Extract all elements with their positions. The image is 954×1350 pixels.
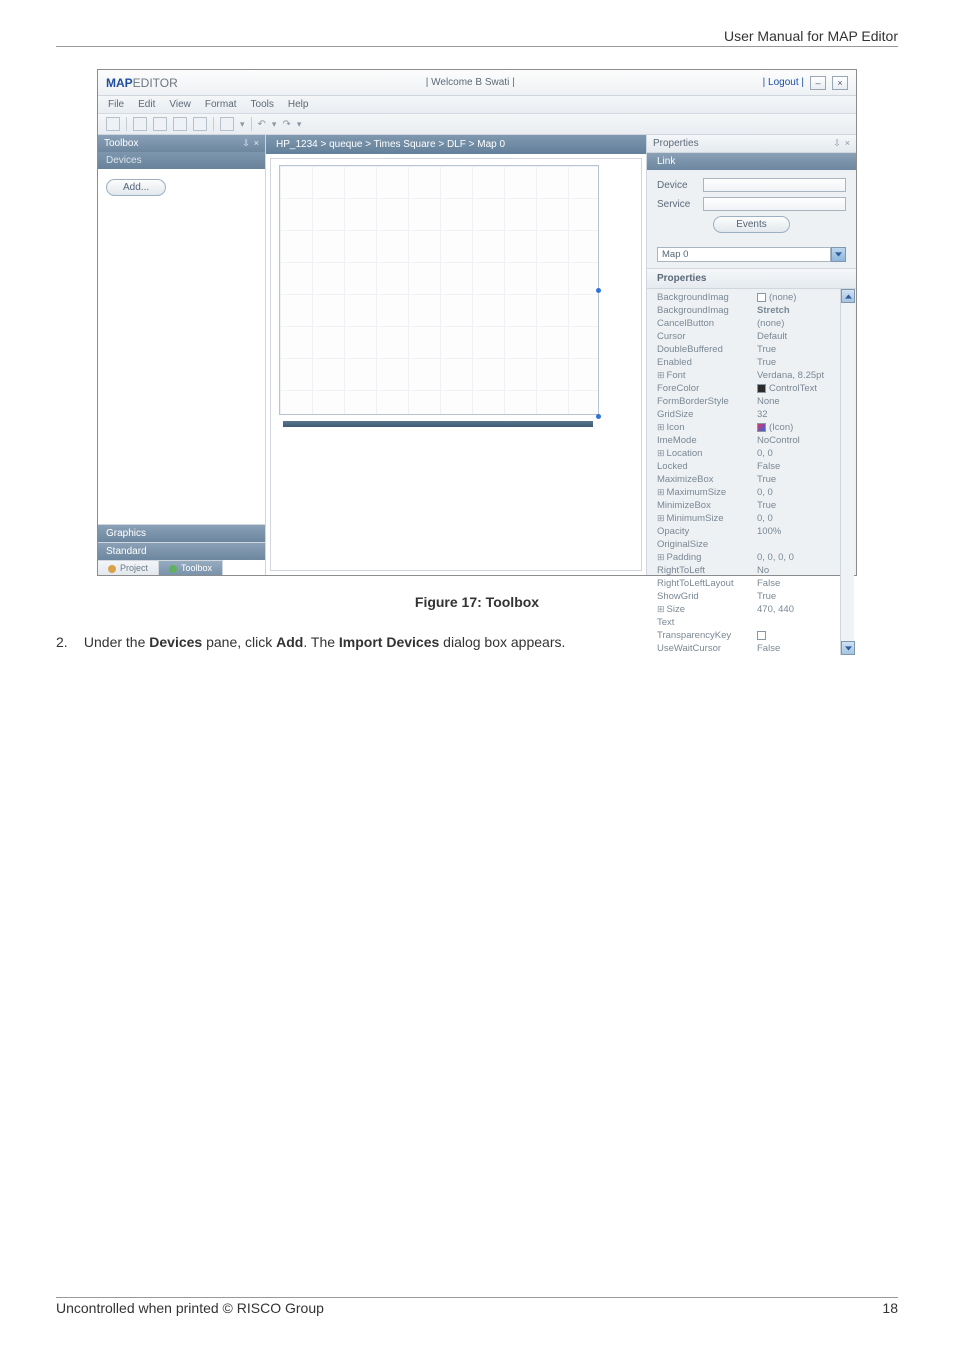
- minimize-button[interactable]: –: [810, 76, 826, 90]
- app-title-brand: MAP: [106, 76, 133, 90]
- menu-tools[interactable]: Tools: [251, 99, 274, 110]
- pin-icon[interactable]: ⇩: [242, 138, 250, 149]
- property-row[interactable]: RightToLeftNo: [657, 564, 838, 577]
- device-field[interactable]: [703, 178, 846, 192]
- app-title: MAPEDITOR: [106, 76, 178, 90]
- property-row[interactable]: FormBorderStyleNone: [657, 395, 838, 408]
- tab-toolbox[interactable]: Toolbox: [159, 560, 223, 575]
- property-row[interactable]: BackgroundImag(none): [657, 291, 838, 304]
- property-row[interactable]: OriginalSize: [657, 538, 838, 551]
- property-row[interactable]: DoubleBufferedTrue: [657, 343, 838, 356]
- close-button[interactable]: ×: [832, 76, 848, 90]
- page-number: 18: [882, 1300, 898, 1316]
- menu-view[interactable]: View: [169, 99, 191, 110]
- property-row[interactable]: LockedFalse: [657, 460, 838, 473]
- property-row[interactable]: MinimizeBoxTrue: [657, 499, 838, 512]
- property-row[interactable]: ⊞FontVerdana, 8.25pt: [657, 369, 838, 382]
- chevron-down-icon[interactable]: [831, 247, 846, 262]
- property-row[interactable]: ShowGridTrue: [657, 590, 838, 603]
- property-row[interactable]: ForeColorControlText: [657, 382, 838, 395]
- property-row[interactable]: Opacity100%: [657, 525, 838, 538]
- properties-title-label: Properties: [653, 138, 699, 149]
- app-screenshot: MAPEDITOR | Welcome B Swati | | Logout |…: [97, 69, 857, 576]
- property-row[interactable]: UseWaitCursorFalse: [657, 642, 838, 655]
- property-row[interactable]: Text: [657, 616, 838, 629]
- events-button[interactable]: Events: [713, 216, 790, 233]
- property-row[interactable]: ⊞Padding0, 0, 0, 0: [657, 551, 838, 564]
- properties-grid-header: Properties: [647, 268, 856, 289]
- tab-toolbox-label: Toolbox: [181, 563, 212, 573]
- zoom-icon[interactable]: [220, 117, 234, 131]
- footer-left: Uncontrolled when printed © RISCO Group: [56, 1300, 324, 1316]
- doc-header: User Manual for MAP Editor: [56, 28, 898, 47]
- welcome-text: | Welcome B Swati |: [178, 77, 763, 88]
- scroll-up-icon[interactable]: [841, 289, 855, 303]
- tab-project-label: Project: [120, 563, 148, 573]
- menu-file[interactable]: File: [108, 99, 124, 110]
- property-row[interactable]: ⊞Size470, 440: [657, 603, 838, 616]
- properties-grid[interactable]: BackgroundImag(none)BackgroundImagStretc…: [657, 289, 856, 655]
- redo-icon[interactable]: ↷: [282, 119, 290, 130]
- undo-icon[interactable]: ↶: [258, 119, 266, 130]
- properties-panel-title: Properties ⇩ ×: [647, 135, 856, 153]
- property-row[interactable]: ⊞MaximumSize0, 0: [657, 486, 838, 499]
- step-number: 2.: [56, 634, 80, 650]
- devices-section[interactable]: Devices: [98, 152, 265, 169]
- toolbox-panel-title: Toolbox ⇩ ×: [98, 135, 265, 152]
- property-row[interactable]: ⊞MinimumSize0, 0: [657, 512, 838, 525]
- service-label: Service: [657, 199, 703, 210]
- title-bar: MAPEDITOR | Welcome B Swati | | Logout |…: [98, 70, 856, 96]
- tab-project[interactable]: Project: [98, 560, 159, 575]
- pin-icon[interactable]: ⇩: [833, 138, 841, 149]
- scroll-down-icon[interactable]: [841, 641, 855, 655]
- property-row[interactable]: EnabledTrue: [657, 356, 838, 369]
- graphics-section[interactable]: Graphics: [98, 524, 265, 542]
- close-icon[interactable]: ×: [845, 138, 850, 149]
- property-row[interactable]: ⊞Location0, 0: [657, 447, 838, 460]
- service-field[interactable]: [703, 197, 846, 211]
- map-canvas[interactable]: [270, 158, 642, 571]
- scrollbar[interactable]: [840, 289, 854, 655]
- property-row[interactable]: MaximizeBoxTrue: [657, 473, 838, 486]
- property-row[interactable]: BackgroundImagStretch: [657, 304, 838, 317]
- standard-section[interactable]: Standard: [98, 542, 265, 560]
- delete-icon[interactable]: [193, 117, 207, 131]
- property-row[interactable]: CursorDefault: [657, 330, 838, 343]
- cut-icon[interactable]: [133, 117, 147, 131]
- menu-bar: File Edit View Format Tools Help: [98, 96, 856, 114]
- add-button[interactable]: Add...: [106, 179, 166, 196]
- object-combo-value: Map 0: [657, 247, 831, 262]
- toolbar-icon-1[interactable]: [106, 117, 120, 131]
- menu-format[interactable]: Format: [205, 99, 237, 110]
- toolbox-label: Toolbox: [104, 138, 138, 149]
- property-row[interactable]: TransparencyKey: [657, 629, 838, 642]
- tool-bar: ▾ ↶▾ ↷▾: [98, 114, 856, 135]
- property-row[interactable]: ⊞Icon(Icon): [657, 421, 838, 434]
- logout-link[interactable]: | Logout |: [763, 77, 804, 88]
- menu-edit[interactable]: Edit: [138, 99, 155, 110]
- paste-icon[interactable]: [173, 117, 187, 131]
- close-icon[interactable]: ×: [254, 138, 259, 149]
- link-section: Link: [647, 153, 856, 170]
- app-title-rest: EDITOR: [133, 76, 178, 90]
- menu-help[interactable]: Help: [288, 99, 309, 110]
- object-combo[interactable]: Map 0: [657, 247, 846, 262]
- device-label: Device: [657, 180, 703, 191]
- map-handle-bar[interactable]: [283, 421, 593, 427]
- property-row[interactable]: ImeModeNoControl: [657, 434, 838, 447]
- copy-icon[interactable]: [153, 117, 167, 131]
- breadcrumb: HP_1234 > queque > Times Square > DLF > …: [266, 135, 646, 154]
- property-row[interactable]: GridSize32: [657, 408, 838, 421]
- property-row[interactable]: CancelButton(none): [657, 317, 838, 330]
- property-row[interactable]: RightToLeftLayoutFalse: [657, 577, 838, 590]
